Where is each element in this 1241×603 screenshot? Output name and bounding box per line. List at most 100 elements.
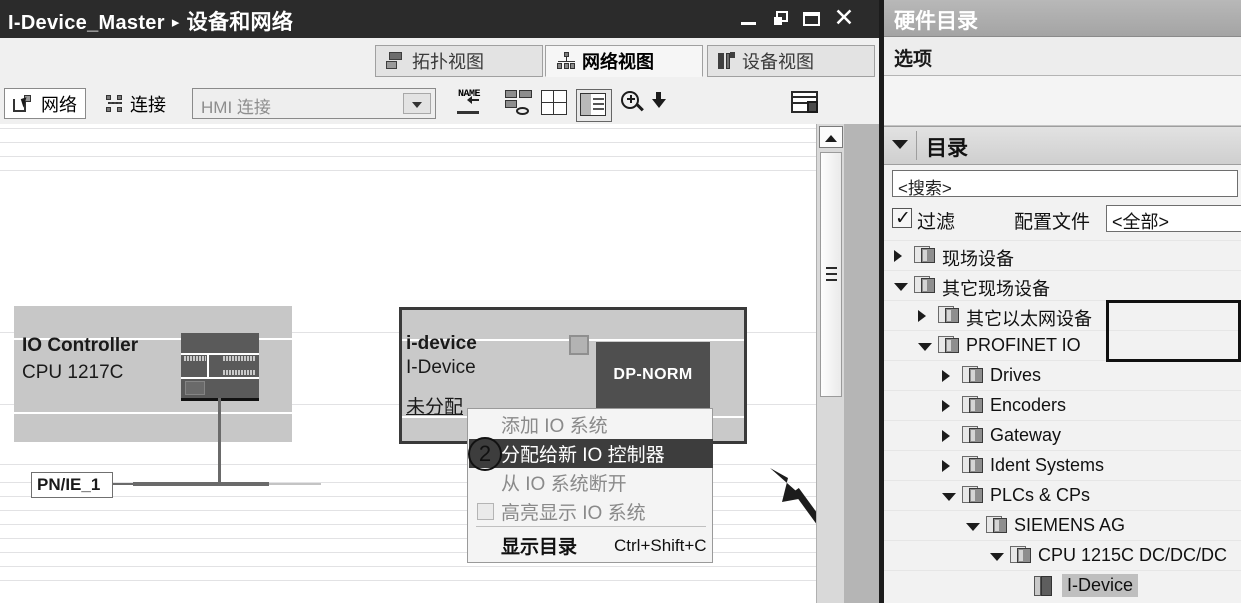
catalog-tree-item-label: PLCs & CPs: [990, 485, 1091, 505]
folder-icon: [914, 246, 936, 264]
connection-mode-label: 连接: [130, 94, 166, 115]
chevron-right-icon[interactable]: [942, 400, 950, 412]
catalog-tree-item[interactable]: PROFINET IO: [884, 330, 1241, 361]
chevron-down-icon[interactable]: [892, 140, 908, 149]
subnet-line-tail: [269, 483, 321, 485]
annotation-arrow-icon: [770, 468, 816, 524]
network-mode-button[interactable]: 网络: [4, 88, 86, 119]
subnet-connector: [113, 483, 135, 485]
tab-topology-label: 拓扑视图: [412, 52, 484, 72]
menu-item-highlight-io-system[interactable]: 高亮显示 IO 系统: [469, 497, 713, 526]
menu-item-disconnect-from-io-system[interactable]: 从 IO 系统断开: [469, 468, 713, 497]
zoom-in-icon[interactable]: [620, 89, 646, 118]
split-view-icon[interactable]: [576, 89, 612, 122]
menu-item-label: 从 IO 系统断开: [501, 474, 627, 495]
connection-type-value: HMI 连接: [201, 98, 271, 117]
menu-item-assign-to-new-io-controller[interactable]: 分配给新 IO 控制器: [469, 439, 713, 468]
catalog-tree-item[interactable]: SIEMENS AG: [884, 510, 1241, 541]
catalog-tree-item[interactable]: Encoders: [884, 390, 1241, 421]
menu-item-label: 添加 IO 系统: [501, 416, 608, 437]
chevron-down-icon[interactable]: [990, 553, 1004, 561]
folder-icon: [938, 306, 960, 324]
catalog-tree-item[interactable]: Drives: [884, 360, 1241, 391]
close-icon[interactable]: ✕: [833, 5, 855, 30]
menu-item-show-catalog[interactable]: 显示目录 Ctrl+Shift+C: [469, 531, 713, 560]
network-icon: [556, 52, 576, 70]
menu-item-label: 高亮显示 IO 系统: [501, 503, 646, 524]
editor-toolbar: 网络 连接 HMI 连接 NAME: [0, 84, 884, 125]
menu-item-add-io-system[interactable]: 添加 IO 系统: [469, 410, 713, 439]
catalog-tree-item[interactable]: Ident Systems: [884, 450, 1241, 481]
save-layout-icon[interactable]: [790, 89, 820, 118]
canvas-right-gutter: [844, 124, 884, 603]
hardware-catalog-title: 硬件目录: [894, 10, 978, 33]
device-network-editor-window: I-Device_Master ▸ 设备和网络 ✕ 拓扑视图 网络视图 设备视图: [0, 0, 884, 603]
connection-icon: [106, 94, 124, 113]
breadcrumb-section[interactable]: 设备和网络: [187, 11, 294, 34]
filter-checkbox[interactable]: ✓: [892, 208, 912, 229]
menu-item-shortcut: Ctrl+Shift+C: [614, 535, 707, 555]
subnet-label-box[interactable]: PN/IE_1: [31, 472, 113, 498]
breadcrumb: I-Device_Master ▸ 设备和网络: [8, 6, 293, 36]
network-mode-label: 网络: [41, 94, 77, 115]
zoom-down-icon[interactable]: [650, 89, 670, 118]
catalog-tree-item-label: Drives: [990, 365, 1042, 385]
connection-type-select[interactable]: HMI 连接: [192, 88, 436, 119]
checkbox-icon[interactable]: [477, 503, 494, 520]
subnet-line[interactable]: [133, 482, 269, 486]
catalog-tree-item-label: 其它现场设备: [942, 279, 1050, 299]
chevron-right-icon[interactable]: [942, 370, 950, 382]
minimize-icon[interactable]: [740, 10, 758, 28]
catalog-tree-item[interactable]: CPU 1215C DC/DC/DC: [884, 540, 1241, 571]
overview-navigation-icon[interactable]: [504, 89, 534, 118]
io-controller-name: IO Controller: [22, 335, 139, 356]
name-label-icon[interactable]: NAME: [456, 89, 486, 118]
catalog-tree-item[interactable]: 其它以太网设备: [884, 300, 1241, 331]
profile-select[interactable]: <全部>: [1106, 205, 1241, 232]
scroll-up-icon[interactable]: [819, 126, 843, 148]
catalog-tree-item-label: CPU 1215C DC/DC/DC: [1038, 545, 1228, 565]
topology-icon: [386, 52, 406, 70]
chevron-right-icon[interactable]: [894, 250, 902, 262]
maximize-icon[interactable]: [803, 10, 821, 28]
options-section-header[interactable]: 选项: [884, 37, 1241, 76]
chevron-down-icon[interactable]: [942, 493, 956, 501]
catalog-tree[interactable]: 现场设备其它现场设备 其它以太网设备 PROFINET IO Drives Encode…: [884, 240, 1241, 603]
context-menu[interactable]: 添加 IO 系统 分配给新 IO 控制器 从 IO 系统断开 高亮显示 IO 系…: [467, 408, 713, 563]
catalog-tree-item[interactable]: I-Device: [884, 570, 1241, 601]
folder-icon: [962, 396, 984, 414]
menu-item-label: 显示目录: [501, 537, 578, 558]
chevron-down-icon[interactable]: [966, 523, 980, 531]
tab-topology-view[interactable]: 拓扑视图: [375, 45, 543, 77]
catalog-tree-item-label: Ident Systems: [990, 455, 1105, 475]
grid-icon[interactable]: [540, 89, 570, 118]
catalog-tree-item[interactable]: 其它现场设备: [884, 270, 1241, 301]
chevron-down-icon[interactable]: [918, 343, 932, 351]
profile-select-value: <全部>: [1112, 212, 1170, 232]
restore-icon[interactable]: [772, 10, 790, 28]
hardware-catalog-title-bar: 硬件目录: [884, 0, 1241, 37]
chevron-right-icon[interactable]: [942, 460, 950, 472]
chevron-down-icon[interactable]: [894, 283, 908, 291]
canvas-vertical-scrollbar[interactable]: [816, 124, 845, 603]
catalog-tree-item[interactable]: Gateway: [884, 420, 1241, 451]
tab-network-view[interactable]: 网络视图: [545, 45, 703, 77]
chevron-right-icon[interactable]: [942, 430, 950, 442]
search-input[interactable]: <搜索>: [892, 170, 1238, 198]
catalog-tree-item[interactable]: PLCs & CPs: [884, 480, 1241, 511]
tab-device-view[interactable]: 设备视图: [707, 45, 875, 77]
chevron-down-icon[interactable]: [403, 93, 431, 114]
scrollbar-thumb[interactable]: [820, 152, 842, 397]
catalog-tree-item[interactable]: 现场设备: [884, 240, 1241, 271]
profile-label: 配置文件: [1014, 212, 1091, 233]
network-canvas[interactable]: IO Controller CPU 1217C i-device I-Devic…: [0, 124, 816, 603]
i-device-assignment-link[interactable]: 未分配: [406, 392, 463, 419]
screenshot-root: I-Device_Master ▸ 设备和网络 ✕ 拓扑视图 网络视图 设备视图: [0, 0, 1241, 603]
chevron-right-icon[interactable]: [918, 310, 926, 322]
gridline: [0, 156, 816, 157]
window-title-bar: I-Device_Master ▸ 设备和网络 ✕: [0, 0, 884, 38]
connection-mode-button[interactable]: 连接: [100, 88, 172, 119]
catalog-section-header[interactable]: 目录: [884, 126, 1241, 165]
breadcrumb-project[interactable]: I-Device_Master: [8, 12, 165, 34]
i-device-type: I-Device: [406, 357, 476, 378]
